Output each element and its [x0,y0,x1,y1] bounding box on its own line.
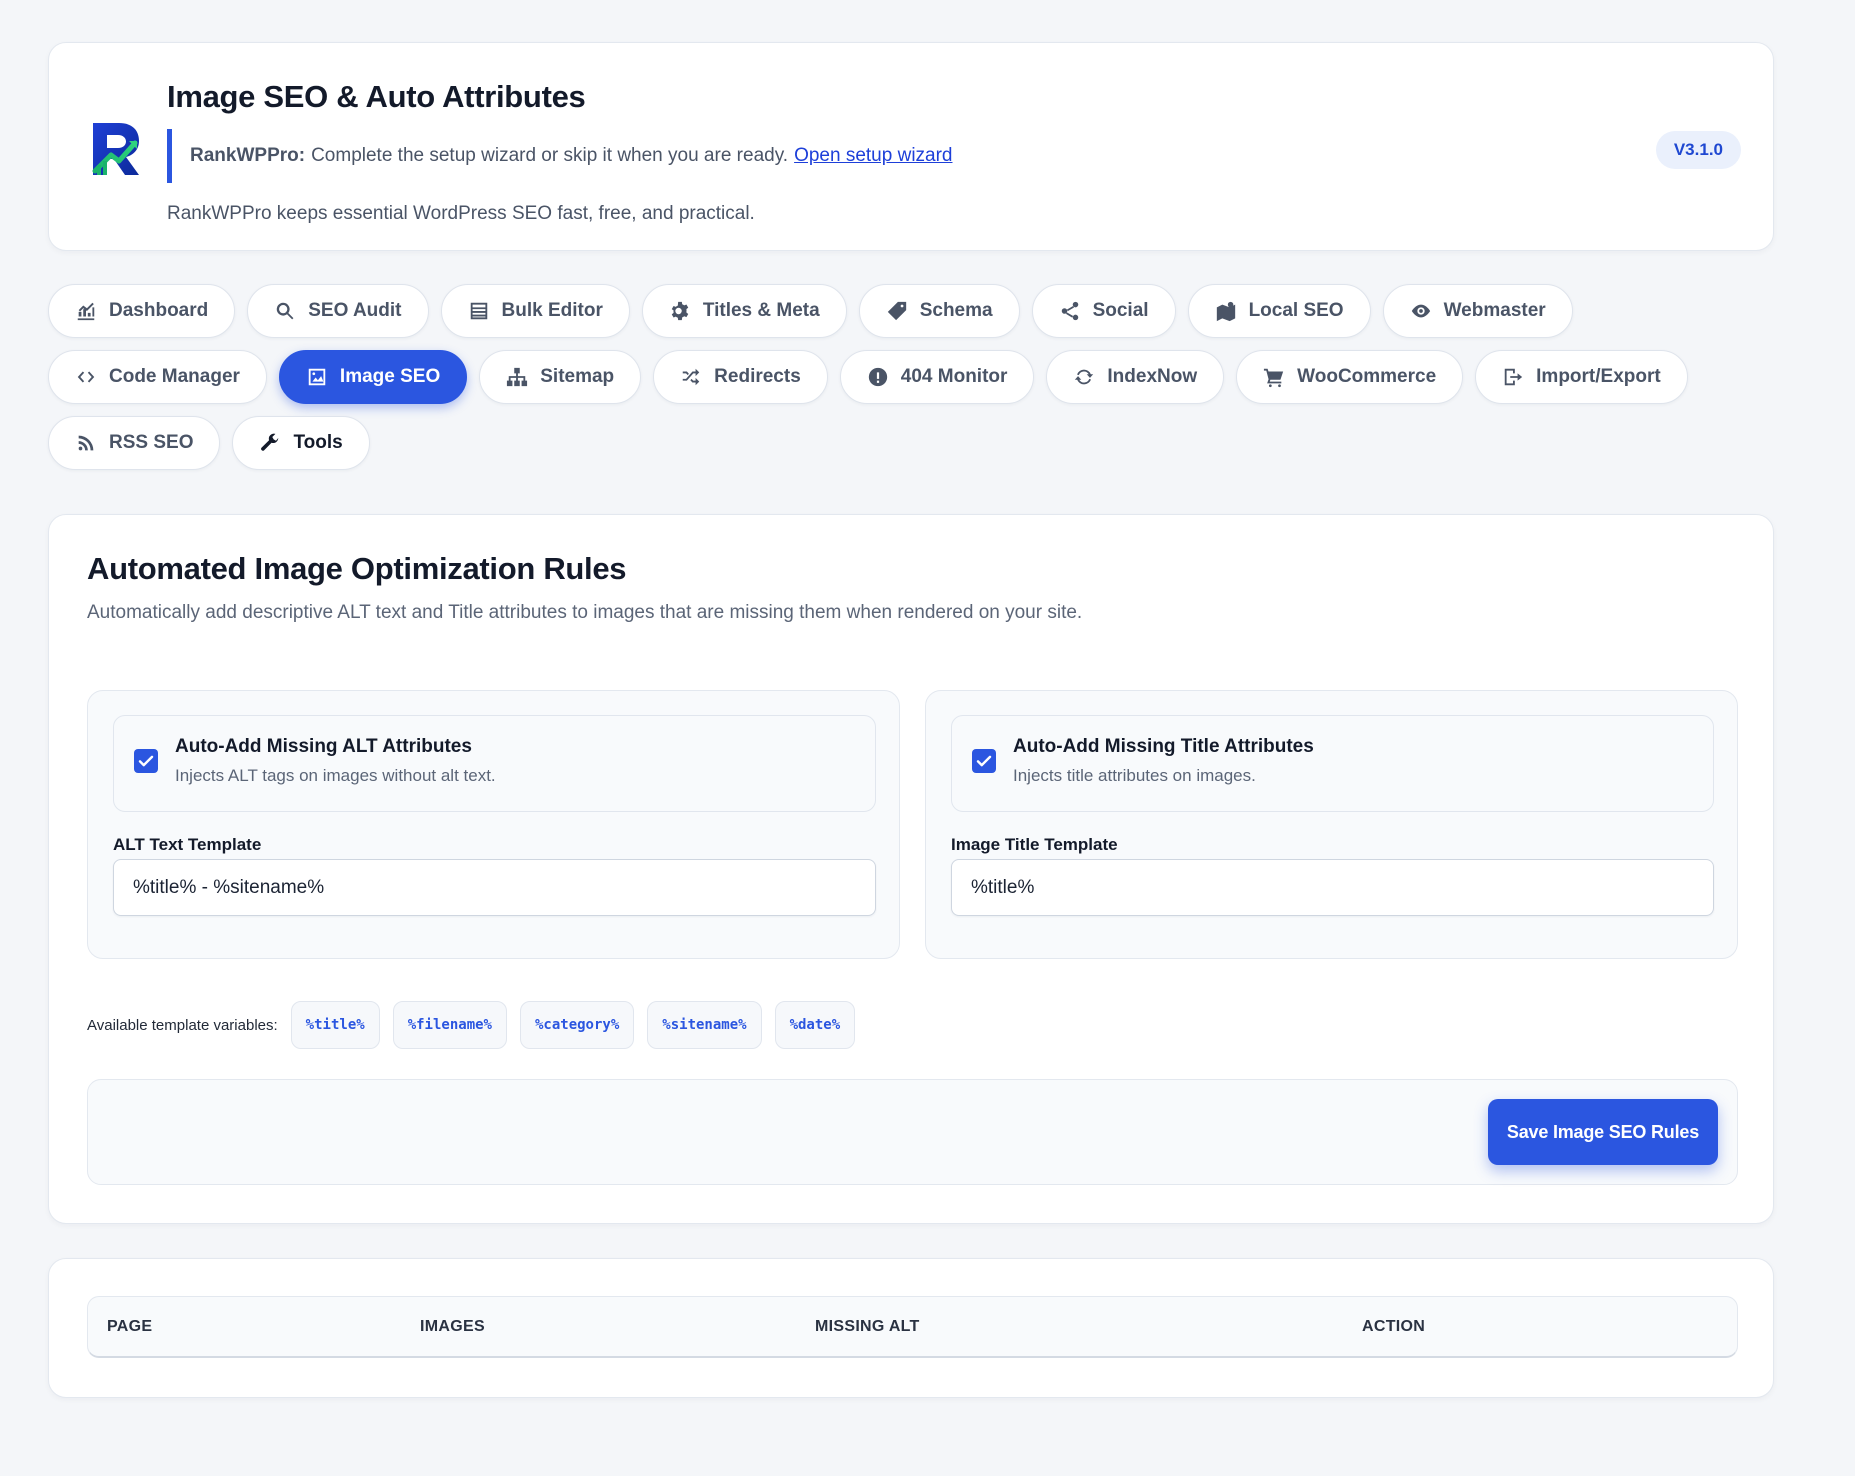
variables-label: Available template variables: [87,1016,278,1034]
nav-label: SEO Audit [308,300,402,321]
save-bar: Save Image SEO Rules [87,1079,1738,1185]
nav-label: Image SEO [339,366,441,387]
nav-indexnow[interactable]: IndexNow [1046,350,1225,404]
title-toggle-subtitle: Injects title attributes on images. [1013,766,1256,785]
nav-rss-seo[interactable]: RSS SEO [48,416,221,470]
title-settings-panel: Auto-Add Missing Title Attributes Inject… [925,690,1738,959]
alt-toggle-title: Auto-Add Missing ALT Attributes [175,736,472,757]
nav-titles-meta[interactable]: Titles & Meta [641,284,847,338]
nav-label: Webmaster [1443,300,1546,321]
save-rules-button[interactable]: Save Image SEO Rules [1487,1099,1718,1165]
setup-notice: RankWPPro: Complete the setup wizard or … [167,129,953,183]
nav-label: WooCommerce [1297,366,1437,387]
nav-label: RSS SEO [109,432,194,453]
column-header-images: IMAGES [420,1318,485,1335]
share-icon [1061,301,1078,321]
variable-chip[interactable]: %filename% [392,1001,507,1049]
page: Image SEO & Auto Attributes RankWPPro: C… [48,42,1774,1398]
nav-label: IndexNow [1107,366,1198,387]
notice-brand: RankWPPro: [190,145,306,166]
eye-icon [1411,304,1430,318]
image-scan-card: PAGE IMAGES MISSING ALT ACTION [48,1258,1774,1398]
nav-label: Schema [919,300,993,321]
alt-checkbox[interactable] [134,749,158,773]
column-header-page: PAGE [107,1318,153,1335]
module-nav: Dashboard SEO Audit Bulk Editor Titles &… [48,284,1774,470]
variable-chip[interactable]: %title% [290,1001,380,1049]
gear-icon [671,301,689,321]
checkmark-icon [138,755,154,767]
title-toggle-title: Auto-Add Missing Title Attributes [1013,736,1314,757]
sitemap-icon [507,367,528,387]
cart-icon [1264,368,1284,388]
alert-icon [868,367,887,387]
version-badge: V3.1.0 [1655,131,1741,169]
nav-woocommerce[interactable]: WooCommerce [1236,350,1464,404]
title-checkbox[interactable] [972,749,996,773]
checkmark-icon [976,755,992,767]
nav-bulk-editor[interactable]: Bulk Editor [440,284,630,338]
variable-chip[interactable]: %category% [519,1001,635,1049]
nav-image-seo[interactable]: Image SEO [278,350,468,404]
column-header-missing-alt: MISSING ALT [815,1318,920,1335]
nav-label: Local SEO [1248,300,1344,321]
image-icon [308,368,326,386]
wrench-icon [261,433,279,451]
section-description: Automatically add descriptive ALT text a… [87,602,1083,623]
code-icon [77,371,95,383]
open-setup-wizard-link[interactable]: Open setup wizard [794,145,952,167]
nav-seo-audit[interactable]: SEO Audit [247,284,429,338]
nav-local-seo[interactable]: Local SEO [1187,284,1371,338]
tag-icon [887,301,906,321]
nav-label: Redirects [714,366,801,387]
notice-text: Complete the setup wizard or skip it whe… [311,145,789,166]
rss-icon [78,435,94,451]
auto-title-toggle[interactable]: Auto-Add Missing Title Attributes Inject… [951,715,1714,812]
nav-dashboard[interactable]: Dashboard [48,284,236,338]
search-icon [277,302,294,320]
column-header-action: ACTION [1362,1318,1426,1335]
header-card: Image SEO & Auto Attributes RankWPPro: C… [48,42,1774,251]
nav-social[interactable]: Social [1031,284,1176,338]
table-icon [470,302,487,320]
nav-label: Social [1092,300,1149,321]
alt-template-label: ALT Text Template [113,835,262,854]
nav-label: Bulk Editor [501,300,603,321]
nav-schema[interactable]: Schema [858,284,1020,338]
nav-label: Code Manager [109,366,240,387]
rankwppro-logo [85,115,147,181]
variable-chip[interactable]: %date% [774,1001,856,1049]
nav-label: 404 Monitor [900,366,1008,387]
nav-code-manager[interactable]: Code Manager [48,350,267,404]
auto-alt-toggle[interactable]: Auto-Add Missing ALT Attributes Injects … [113,715,876,812]
template-variables: Available template variables: %title% %f… [87,1001,856,1049]
nav-label: Import/Export [1536,366,1661,387]
alt-settings-panel: Auto-Add Missing ALT Attributes Injects … [87,690,900,959]
alt-toggle-subtitle: Injects ALT tags on images without alt t… [175,766,496,785]
variable-chip[interactable]: %sitename% [647,1001,762,1049]
title-template-input[interactable] [951,859,1714,916]
title-template-label: Image Title Template [951,835,1118,854]
nav-webmaster[interactable]: Webmaster [1382,284,1573,338]
nav-404-monitor[interactable]: 404 Monitor [839,350,1035,404]
page-title: Image SEO & Auto Attributes [167,79,586,114]
nav-redirects[interactable]: Redirects [653,350,828,404]
header-tagline: RankWPPro keeps essential WordPress SEO … [167,203,755,224]
sync-icon [1075,369,1094,385]
nav-label: Sitemap [540,366,615,387]
nav-label: Tools [293,432,343,453]
section-title: Automated Image Optimization Rules [87,551,627,586]
chart-icon [77,302,95,321]
nav-import-export[interactable]: Import/Export [1475,350,1688,404]
export-icon [1504,368,1523,386]
map-icon [1216,301,1235,322]
alt-template-input[interactable] [113,859,876,916]
nav-label: Dashboard [109,300,209,321]
nav-sitemap[interactable]: Sitemap [479,350,642,404]
nav-label: Titles & Meta [702,300,820,321]
image-rules-card: Automated Image Optimization Rules Autom… [48,514,1774,1224]
shuffle-icon [682,368,700,386]
image-scan-table: PAGE IMAGES MISSING ALT ACTION [87,1296,1738,1358]
nav-tools[interactable]: Tools [232,416,370,470]
